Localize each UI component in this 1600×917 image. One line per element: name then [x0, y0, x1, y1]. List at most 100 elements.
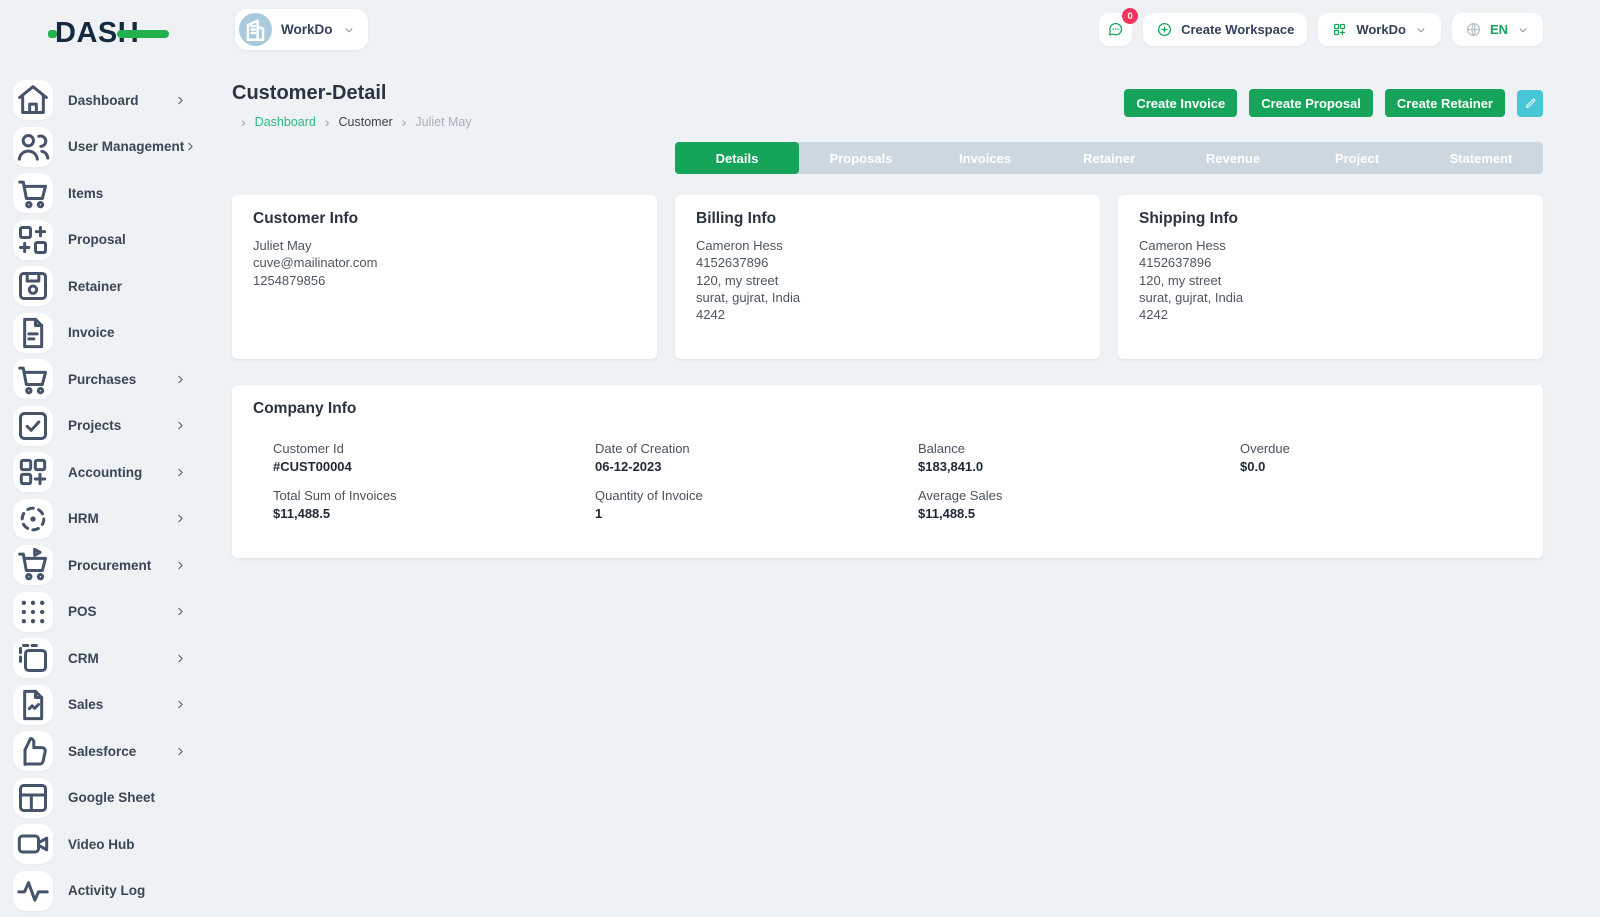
info-card-title: Billing Info [696, 210, 1079, 228]
hrm-icon [13, 499, 53, 539]
sidebar-item-label: Proposal [68, 232, 126, 247]
company-info-title: Company Info [253, 400, 1522, 418]
tab[interactable]: Statement [1419, 142, 1543, 174]
info-line: Juliet May [253, 237, 636, 254]
edit-customer-button[interactable] [1517, 90, 1543, 117]
company-info-grid: Customer Id #CUST00004 Date of Creation … [273, 441, 1522, 521]
page-title: Customer-Detail [232, 82, 386, 105]
info-cards-row: Customer Info Juliet May cuve@mailinator… [232, 195, 1543, 359]
sidebar-item[interactable]: Dashboard [13, 80, 208, 120]
create-action-button[interactable]: Create Proposal [1249, 89, 1373, 117]
messages-button[interactable]: 0 [1099, 13, 1132, 46]
page-actions: Create Invoice Create Proposal Create Re… [1124, 89, 1543, 117]
sidebar-item[interactable]: Activity Log [13, 871, 208, 911]
workspace-dropdown[interactable]: WorkDo [235, 9, 368, 50]
sidebar-item[interactable]: Retainer [13, 266, 208, 306]
breadcrumb: › Dashboard › Customer › Juliet May [232, 115, 472, 129]
chevron-right-icon [174, 512, 187, 525]
sidebar-item[interactable]: Items [13, 173, 208, 213]
sidebar-item-label: Projects [68, 418, 121, 433]
info-card-lines: Cameron Hess 4152637896 120, my street s… [1139, 237, 1522, 323]
create-workspace-button[interactable]: Create Workspace [1143, 13, 1307, 46]
retainer-icon [13, 266, 53, 306]
company-field: Balance $183,841.0 [918, 441, 1240, 474]
users-icon [13, 127, 53, 167]
breadcrumb-label[interactable]: Juliet May [415, 115, 471, 129]
tab[interactable]: Proposals [799, 142, 923, 174]
sidebar-item[interactable]: Google Sheet [13, 778, 208, 818]
company-field-value: $11,488.5 [918, 506, 1240, 521]
sidebar-item[interactable]: Sales [13, 685, 208, 725]
sidebar-item[interactable]: User Management [13, 127, 208, 167]
company-field: Customer Id #CUST00004 [273, 441, 595, 474]
activity-log-icon [13, 871, 53, 911]
sidebar-item[interactable]: Accounting [13, 452, 208, 492]
chevron-right-icon [174, 419, 187, 432]
sidebar-item-label: Accounting [68, 465, 142, 480]
tab[interactable]: Retainer [1047, 142, 1171, 174]
sidebar-item[interactable]: Invoice [13, 313, 208, 353]
company-field: Date of Creation 06-12-2023 [595, 441, 918, 474]
sidebar-item[interactable]: Proposal [13, 220, 208, 260]
building-icon [239, 13, 272, 46]
breadcrumb-label[interactable]: Customer [339, 115, 393, 129]
workspace-name: WorkDo [281, 22, 333, 37]
chevron-right-icon [174, 466, 187, 479]
topbar-controls: 0 Create Workspace WorkDo EN [1099, 13, 1543, 46]
sidebar-item[interactable]: Video Hub [13, 824, 208, 864]
language-selector[interactable]: EN [1452, 13, 1543, 46]
workspace-switcher[interactable]: WorkDo [1318, 13, 1441, 46]
chevron-right-icon [174, 698, 187, 711]
info-line: 1254879856 [253, 272, 636, 289]
company-field-label: Average Sales [918, 488, 1240, 503]
detail-tabs: Details Proposals Invoices Retainer Reve… [675, 142, 1543, 174]
grid-plus-icon [1331, 21, 1348, 38]
info-line: 4152637896 [1139, 254, 1522, 271]
info-card-lines: Juliet May cuve@mailinator.com 125487985… [253, 237, 636, 289]
company-field-value: #CUST00004 [273, 459, 595, 474]
create-action-button[interactable]: Create Invoice [1124, 89, 1237, 117]
sidebar-item-label: CRM [68, 651, 99, 666]
breadcrumb-item: › Dashboard [232, 115, 316, 129]
company-field: Quantity of Invoice 1 [595, 488, 918, 521]
sidebar-item[interactable]: Procurement [13, 545, 208, 585]
language-label: EN [1490, 22, 1508, 37]
sidebar-item-label: POS [68, 604, 97, 619]
sidebar-item[interactable]: POS [13, 592, 208, 632]
tab[interactable]: Project [1295, 142, 1419, 174]
chevron-right-icon [174, 605, 187, 618]
info-line: 120, my street [696, 272, 1079, 289]
company-field: Average Sales $11,488.5 [918, 488, 1240, 521]
sidebar-item[interactable]: Purchases [13, 359, 208, 399]
pos-icon [13, 592, 53, 632]
chevron-right-icon [184, 140, 197, 153]
tab[interactable]: Details [675, 142, 799, 174]
messages-badge: 0 [1122, 8, 1138, 24]
sidebar-item-label: Invoice [68, 325, 115, 340]
breadcrumb-separator: › [325, 115, 330, 129]
sidebar-item[interactable]: Salesforce [13, 731, 208, 771]
sidebar-item[interactable]: Projects [13, 406, 208, 446]
create-action-button[interactable]: Create Retainer [1385, 89, 1505, 117]
tab[interactable]: Revenue [1171, 142, 1295, 174]
company-field-label: Customer Id [273, 441, 595, 456]
info-card: Billing Info Cameron Hess 4152637896 120… [675, 195, 1100, 359]
accounting-icon [13, 452, 53, 492]
sidebar-item-label: Retainer [68, 279, 122, 294]
invoice-icon [13, 313, 53, 353]
company-field-label: Total Sum of Invoices [273, 488, 595, 503]
sidebar-item-label: Google Sheet [68, 790, 155, 805]
sidebar-item[interactable]: HRM [13, 499, 208, 539]
chevron-right-icon [174, 94, 187, 107]
logo-accent-bar [117, 30, 169, 38]
info-line: 4152637896 [696, 254, 1079, 271]
info-card-title: Customer Info [253, 210, 636, 228]
sidebar-item[interactable]: CRM [13, 638, 208, 678]
chevron-down-icon [1414, 23, 1428, 37]
tab[interactable]: Invoices [923, 142, 1047, 174]
chevron-right-icon [174, 745, 187, 758]
app-logo[interactable]: DASH [55, 16, 165, 50]
chevron-down-icon [342, 23, 356, 37]
google-sheet-icon [13, 778, 53, 818]
breadcrumb-label[interactable]: Dashboard [255, 115, 316, 129]
